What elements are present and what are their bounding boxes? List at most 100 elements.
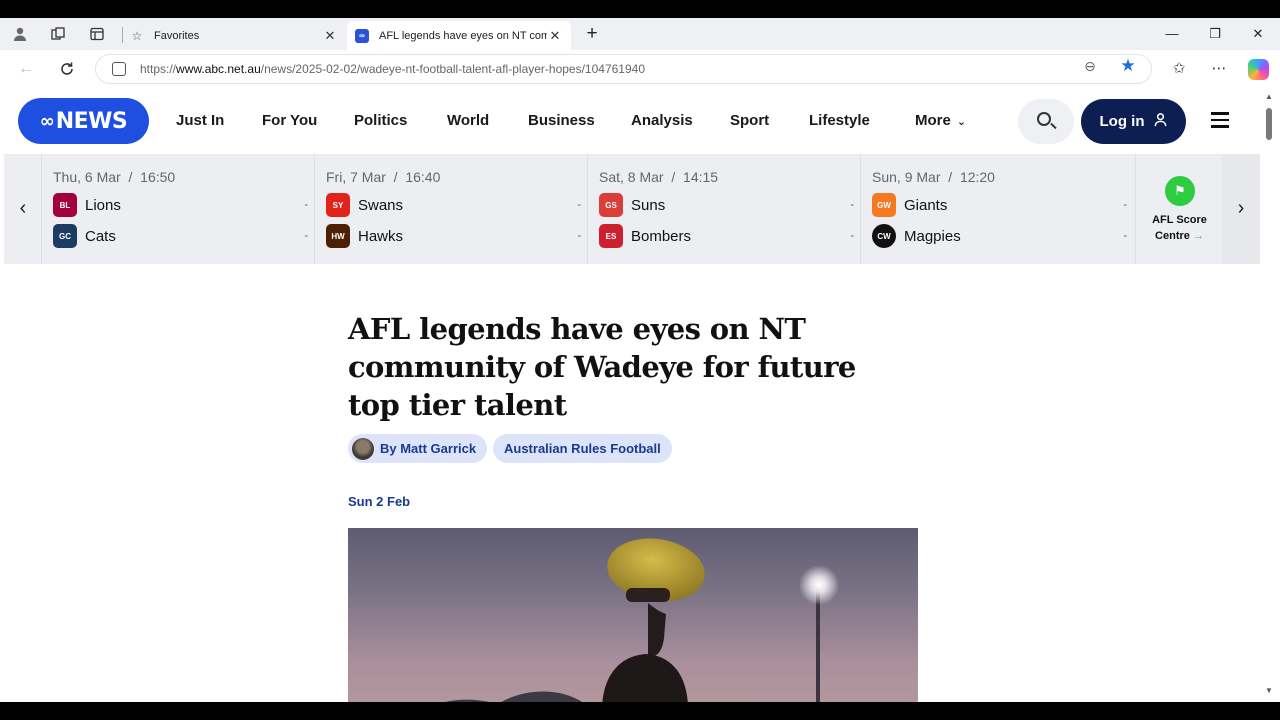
team-score: - xyxy=(577,199,581,211)
fixture-datetime: Fri, 7 Mar / 16:40 xyxy=(326,169,441,185)
search-icon-handle xyxy=(1050,122,1057,130)
team-name: Giants xyxy=(904,196,948,214)
team-score: - xyxy=(577,230,581,242)
web-page: ∞ NEWS Just In For You Politics World Bu… xyxy=(4,88,1260,702)
site-header: ∞ NEWS Just In For You Politics World Bu… xyxy=(4,88,1260,154)
chevron-down-icon: ⌄ xyxy=(956,116,967,128)
article-date: Sun 2 Feb xyxy=(348,494,411,509)
nav-politics[interactable]: Politics xyxy=(354,112,407,129)
nav-sport[interactable]: Sport xyxy=(730,112,769,129)
nav-business[interactable]: Business xyxy=(528,112,595,129)
afl-scores-bar: ‹ Thu, 6 Mar / 16:50 BL Lions - GC Cats … xyxy=(4,154,1260,264)
team-score: - xyxy=(850,230,854,242)
fixture-home-team: SY Swans - xyxy=(326,193,581,217)
afl-score-centre-link[interactable]: ⚑ AFL Score Centre → xyxy=(1135,154,1222,264)
url-text: https://www.abc.net.au/news/2025-02-02/w… xyxy=(140,62,645,76)
back-button[interactable]: ← xyxy=(14,58,38,80)
chevron-left-icon[interactable]: ‹ xyxy=(13,197,33,220)
close-tab-icon[interactable]: ✕ xyxy=(547,28,563,44)
team-name: Cats xyxy=(85,227,116,245)
nav-world[interactable]: World xyxy=(447,112,489,129)
team-score: - xyxy=(850,199,854,211)
address-bar[interactable]: https://www.abc.net.au/news/2025-02-02/w… xyxy=(95,54,1152,84)
fixture-home-team: GW Giants - xyxy=(872,193,1127,217)
reader-options-icon[interactable]: ⊖ xyxy=(1080,57,1100,75)
team-name: Hawks xyxy=(358,227,404,245)
fixture-away-team: CW Magpies - xyxy=(872,224,1127,248)
team-name: Lions xyxy=(85,196,121,214)
hero-photo xyxy=(444,538,839,702)
arrow-right-icon: → xyxy=(1192,230,1204,242)
team-name: Swans xyxy=(358,196,404,214)
vertical-tabs-icon[interactable] xyxy=(85,24,109,44)
close-window-button[interactable]: ✕ xyxy=(1243,24,1273,44)
team-name: Magpies xyxy=(904,227,961,245)
scores-next-panel: › xyxy=(1222,154,1260,264)
login-label: Log in xyxy=(1099,113,1145,130)
score-centre-label: AFL Score Centre → xyxy=(1152,214,1207,242)
login-button[interactable]: Log in xyxy=(1081,99,1186,144)
team-score: - xyxy=(304,230,308,242)
suns-crest-icon: GS xyxy=(599,193,623,217)
nav-for-you[interactable]: For You xyxy=(262,112,317,129)
star-icon: ☆ xyxy=(131,28,143,43)
search-button[interactable] xyxy=(1018,99,1074,144)
fixture-card[interactable]: Sun, 9 Mar / 12:20 GW Giants - CW Magpie… xyxy=(860,154,1133,264)
nav-lifestyle[interactable]: Lifestyle xyxy=(809,112,870,129)
profile-icon[interactable] xyxy=(8,24,32,44)
tab-favorites[interactable]: ☆ Favorites ✕ xyxy=(122,21,346,50)
abc-news-logo[interactable]: ∞ NEWS xyxy=(18,98,149,144)
fixtures-list: Thu, 6 Mar / 16:50 BL Lions - GC Cats - … xyxy=(41,154,1135,264)
tab-article[interactable]: ∞ AFL legends have eyes on NT community … xyxy=(347,21,571,50)
page-scrollbar[interactable]: ▲ ▼ xyxy=(1262,88,1276,702)
bombers-crest-icon: ES xyxy=(599,224,623,248)
nav-more-label: More xyxy=(915,112,951,129)
flag-icon: ⚑ xyxy=(1165,176,1195,206)
tab-title: Favorites xyxy=(154,29,200,42)
favorite-star-icon[interactable]: ★ xyxy=(1118,57,1138,75)
fixture-card[interactable]: Sat, 8 Mar / 14:15 GS Suns - ES Bombers … xyxy=(587,154,860,264)
copilot-icon[interactable] xyxy=(1248,59,1269,80)
team-name: Suns xyxy=(631,196,666,214)
scroll-up-icon[interactable]: ▲ xyxy=(1265,92,1273,101)
screen: ☆ Favorites ✕ ∞ AFL legends have eyes on… xyxy=(0,0,1280,720)
close-tab-icon[interactable]: ✕ xyxy=(322,28,338,44)
author-chip[interactable]: By Matt Garrick xyxy=(348,434,488,463)
fixture-card[interactable]: Thu, 6 Mar / 16:50 BL Lions - GC Cats - xyxy=(41,154,314,264)
more-options-icon[interactable]: ⋯ xyxy=(1208,59,1230,79)
magpies-crest-icon: CW xyxy=(872,224,896,248)
nav-more[interactable]: More ⌄ xyxy=(915,112,966,129)
tab-title: AFL legends have eyes on NT community of… xyxy=(379,29,547,42)
scroll-down-icon[interactable]: ▼ xyxy=(1265,686,1273,695)
tab-strip: ☆ Favorites ✕ ∞ AFL legends have eyes on… xyxy=(0,18,1280,50)
workspaces-icon[interactable] xyxy=(46,24,70,44)
new-tab-button[interactable]: + xyxy=(581,23,603,45)
abc-favicon-icon: ∞ xyxy=(355,28,369,43)
author-name: By Matt Garrick xyxy=(380,441,477,456)
article-headline: AFL legends have eyes on NT community of… xyxy=(348,312,856,422)
article-hero-image xyxy=(348,528,918,702)
fixture-away-team: HW Hawks - xyxy=(326,224,581,248)
chevron-right-icon[interactable]: › xyxy=(1231,197,1251,220)
site-info-icon[interactable] xyxy=(112,62,126,76)
fixture-home-team: BL Lions - xyxy=(53,193,308,217)
refresh-button[interactable] xyxy=(55,58,79,80)
restore-button[interactable]: ❐ xyxy=(1200,24,1230,44)
topic-label: Australian Rules Football xyxy=(504,441,661,456)
fixture-datetime: Sun, 9 Mar / 12:20 xyxy=(872,169,995,185)
user-icon xyxy=(1153,112,1168,131)
scroll-thumb[interactable] xyxy=(1266,108,1272,140)
team-score: - xyxy=(304,199,308,211)
topic-chip[interactable]: Australian Rules Football xyxy=(493,434,672,463)
minimize-button[interactable]: — xyxy=(1157,24,1187,44)
swans-crest-icon: SY xyxy=(326,193,350,217)
nav-analysis[interactable]: Analysis xyxy=(631,112,693,129)
nav-just-in[interactable]: Just In xyxy=(176,112,224,129)
fixture-datetime: Sat, 8 Mar / 14:15 xyxy=(599,169,719,185)
favorites-icon[interactable]: ✩ xyxy=(1168,59,1190,79)
team-name: Bombers xyxy=(631,227,692,245)
fixture-card[interactable]: Fri, 7 Mar / 16:40 SY Swans - HW Hawks - xyxy=(314,154,587,264)
team-score: - xyxy=(1123,230,1127,242)
lions-crest-icon: BL xyxy=(53,193,77,217)
menu-icon[interactable] xyxy=(1211,112,1229,128)
